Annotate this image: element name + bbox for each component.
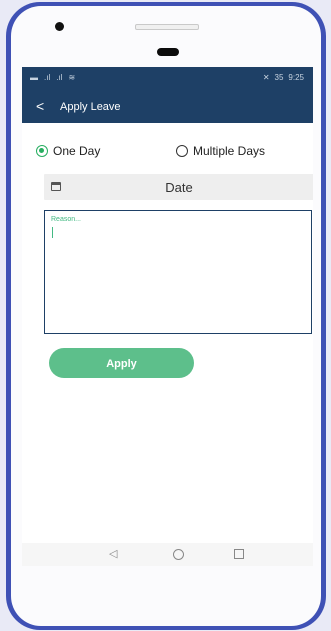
sim-icon: ▬ (30, 73, 38, 82)
back-arrow-icon[interactable]: < (36, 98, 44, 114)
back-triangle-icon[interactable]: ◁ (109, 547, 117, 560)
app-bar: < Apply Leave (22, 91, 313, 123)
radio-one-day[interactable]: One Day (36, 142, 100, 160)
apply-button[interactable]: Apply (49, 348, 194, 378)
radio-multiple-days-label: Multiple Days (193, 144, 266, 158)
date-picker-field[interactable]: Date (44, 174, 313, 200)
recents-square-icon[interactable] (234, 549, 244, 559)
text-caret (52, 227, 53, 238)
home-circle-icon[interactable] (173, 549, 184, 560)
radio-multiple-days[interactable]: Multiple Days (176, 142, 265, 160)
status-right: ✕ 35 9:25 (263, 74, 304, 82)
date-label: Date (165, 180, 193, 195)
reason-textarea[interactable]: Reason... (44, 210, 312, 334)
app-screen: ▬ .ıl .ıl ≋ ✕ 35 9:25 < Apply Leave One … (22, 67, 313, 566)
mute-icon: ✕ (262, 73, 270, 82)
system-nav-bar: ◁ (22, 543, 313, 566)
reason-placeholder: Reason... (51, 216, 81, 223)
earpiece (157, 48, 179, 56)
battery-level: 35 (274, 73, 284, 82)
radio-one-day-label: One Day (53, 144, 101, 158)
radio-checked-icon[interactable] (36, 145, 48, 157)
page-title: Apply Leave (60, 101, 121, 113)
status-time: 9:25 (288, 73, 304, 82)
status-left-icons: ▬ .ıl .ıl ≋ (30, 74, 75, 82)
signal-icon: .ıl (44, 73, 51, 82)
phone-body: ▬ .ıl .ıl ≋ ✕ 35 9:25 < Apply Leave One … (11, 6, 321, 626)
radio-unchecked-icon[interactable] (176, 145, 188, 157)
status-bar: ▬ .ıl .ıl ≋ ✕ 35 9:25 (22, 67, 313, 91)
signal-icon: .ıl (56, 73, 63, 82)
front-camera (55, 22, 64, 31)
wifi-icon: ≋ (68, 73, 76, 82)
speaker-grill (135, 24, 199, 30)
